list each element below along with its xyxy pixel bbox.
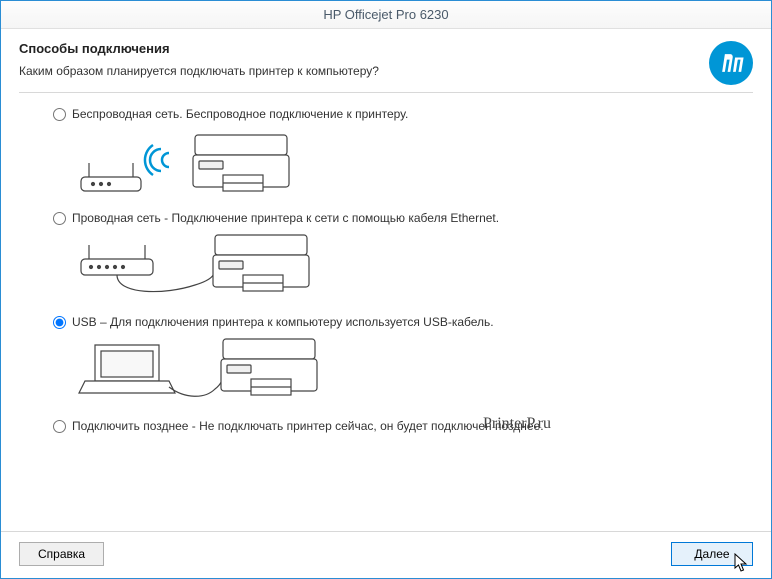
radio-wireless[interactable] [53,108,66,121]
footer-bar: Справка Далее [1,531,771,578]
option-later-text: Подключить позднее - Не подключать принт… [72,419,544,433]
option-later-label[interactable]: Подключить позднее - Не подключать принт… [53,419,753,433]
option-wireless-label[interactable]: Беспроводная сеть. Беспроводное подключе… [53,107,753,121]
page-subheading: Каким образом планируется подключать при… [19,64,709,78]
content-area: Способы подключения Каким образом планир… [1,29,771,531]
usb-illustration [75,333,753,411]
help-button[interactable]: Справка [19,542,104,566]
radio-usb[interactable] [53,316,66,329]
hp-logo-icon [709,41,753,85]
option-usb: USB – Для подключения принтера к компьют… [53,315,753,411]
radio-later[interactable] [53,420,66,433]
page-heading: Способы подключения [19,41,709,56]
installer-window: HP Officejet Pro 6230 Способы подключени… [0,0,772,579]
option-wireless-text: Беспроводная сеть. Беспроводное подключе… [72,107,408,121]
option-later: Подключить позднее - Не подключать принт… [53,419,753,433]
header-separator [19,92,753,93]
option-wireless: Беспроводная сеть. Беспроводное подключе… [53,107,753,203]
window-title: HP Officejet Pro 6230 [323,7,448,22]
option-wired-label[interactable]: Проводная сеть - Подключение принтера к … [53,211,753,225]
connection-options-group: Беспроводная сеть. Беспроводное подключе… [19,107,753,531]
option-usb-text: USB – Для подключения принтера к компьют… [72,315,494,329]
wired-illustration [75,229,753,307]
next-button[interactable]: Далее [671,542,753,566]
option-wired: Проводная сеть - Подключение принтера к … [53,211,753,307]
wireless-illustration [75,125,753,203]
radio-wired[interactable] [53,212,66,225]
option-wired-text: Проводная сеть - Подключение принтера к … [72,211,499,225]
option-usb-label[interactable]: USB – Для подключения принтера к компьют… [53,315,753,329]
window-titlebar: HP Officejet Pro 6230 [1,1,771,29]
